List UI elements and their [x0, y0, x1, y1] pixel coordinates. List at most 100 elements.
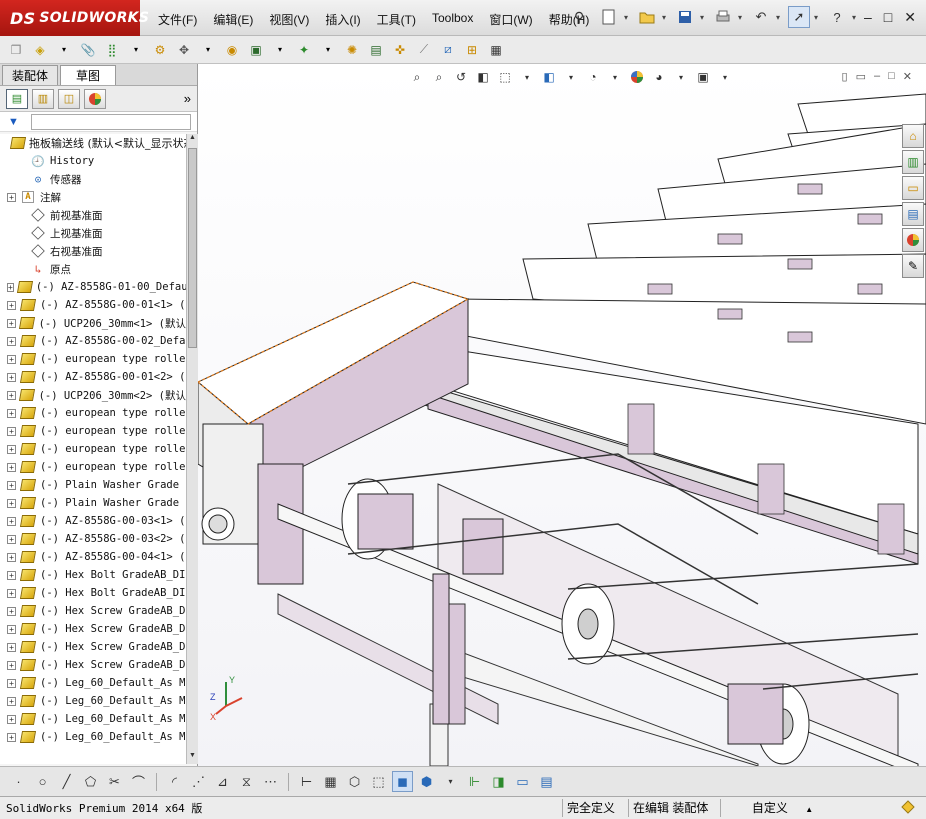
- chevron-down-icon[interactable]: ▾: [700, 13, 708, 22]
- insert-component-icon[interactable]: ❒: [6, 40, 26, 60]
- viewport-minimize-button[interactable]: –: [874, 70, 880, 83]
- rapid-sketch-icon[interactable]: ⬢: [416, 771, 437, 792]
- display-style-icon[interactable]: ◧: [540, 68, 558, 86]
- menu-window[interactable]: 窗口(W): [481, 11, 540, 28]
- expand-icon[interactable]: +: [7, 354, 16, 364]
- graphics-area[interactable]: ⌕ ⌕ ↺ ◧ ⬚ ▾ ◧ ▾ ◔ ▾ ◕ ▾ ▣ ▾ ▯ ▭ – □ ✕ ⌂: [198, 64, 926, 766]
- tree-node[interactable]: ⊙ 传感器: [0, 170, 186, 188]
- tree-node[interactable]: + (-) european type rolle: [0, 404, 186, 422]
- mirror-entities-icon[interactable]: ⧖: [236, 771, 257, 792]
- help-icon[interactable]: ?: [826, 6, 848, 28]
- tree-node[interactable]: + (-) UCP206_30mm<2> (默认: [0, 386, 186, 404]
- tree-node[interactable]: + A 注解: [0, 188, 186, 206]
- polygon-icon[interactable]: ⬠: [80, 771, 101, 792]
- quick-tips-icon[interactable]: [900, 799, 916, 818]
- tree-node[interactable]: + (-) european type rolle: [0, 350, 186, 368]
- scroll-thumb[interactable]: [188, 148, 197, 348]
- chevron-down-icon[interactable]: ▾: [518, 68, 536, 86]
- previous-view-icon[interactable]: ↺: [452, 68, 470, 86]
- zoom-to-area-icon[interactable]: ⌕: [430, 68, 448, 86]
- expand-icon[interactable]: +: [7, 498, 16, 508]
- undo-icon[interactable]: ↶: [750, 6, 772, 28]
- tree-node[interactable]: 前视基准面: [0, 206, 186, 224]
- tree-node[interactable]: 上视基准面: [0, 224, 186, 242]
- reference-geometry-icon[interactable]: ✦: [294, 40, 314, 60]
- edit-appearance-icon[interactable]: [628, 68, 646, 86]
- tree-node[interactable]: + (-) Leg_60_Default_As M: [0, 710, 186, 728]
- expand-icon[interactable]: +: [7, 390, 16, 400]
- chevron-down-icon[interactable]: ▾: [562, 68, 580, 86]
- save-icon[interactable]: [674, 6, 696, 28]
- show-hidden-icon[interactable]: ◉: [222, 40, 242, 60]
- expand-icon[interactable]: +: [7, 318, 16, 328]
- tree-node[interactable]: + (-) AZ-8558G-00-03<1> (: [0, 512, 186, 530]
- expand-icon[interactable]: +: [7, 678, 16, 688]
- chevron-down-icon[interactable]: ▾: [440, 771, 461, 792]
- clearance-verification-icon[interactable]: ⊞: [462, 40, 482, 60]
- tree-node[interactable]: + (-) Hex Screw GradeAB_D: [0, 602, 186, 620]
- tree-node[interactable]: + (-) Hex Bolt GradeAB_DI: [0, 584, 186, 602]
- expand-icon[interactable]: +: [7, 336, 16, 346]
- menu-file[interactable]: 文件(F): [150, 11, 205, 28]
- tree-node[interactable]: + (-) Hex Screw GradeAB_D: [0, 620, 186, 638]
- hide-show-items-icon[interactable]: ◔: [584, 68, 602, 86]
- line-icon[interactable]: ╱: [56, 771, 77, 792]
- sketch-icon[interactable]: ⬡: [344, 771, 365, 792]
- expand-icon[interactable]: +: [7, 534, 16, 544]
- tree-node[interactable]: ↳ 原点: [0, 260, 186, 278]
- tree-node[interactable]: + (-) Plain Washer Grade: [0, 494, 186, 512]
- tree-scrollbar[interactable]: ▲ ▼: [186, 134, 198, 764]
- expand-icon[interactable]: +: [7, 624, 16, 634]
- expand-icon[interactable]: +: [7, 426, 16, 436]
- tab-sketch[interactable]: 草图: [60, 65, 116, 85]
- chevron-down-icon[interactable]: ▾: [662, 13, 670, 22]
- view-palette-icon[interactable]: ▤: [902, 202, 924, 226]
- chevron-down-icon[interactable]: ▾: [716, 68, 734, 86]
- expand-icon[interactable]: +: [7, 552, 16, 562]
- expand-icon[interactable]: +: [7, 714, 16, 724]
- section-view-icon[interactable]: ◧: [474, 68, 492, 86]
- open-folder-icon[interactable]: [636, 6, 658, 28]
- apply-scene-icon[interactable]: ◕: [650, 68, 668, 86]
- expand-icon[interactable]: +: [7, 408, 16, 418]
- tree-node[interactable]: 🕘 History: [0, 152, 186, 170]
- expand-icon[interactable]: +: [7, 642, 16, 652]
- expand-icon[interactable]: +: [7, 588, 16, 598]
- units-selector[interactable]: 自定义 ▲: [720, 799, 840, 817]
- tree-node[interactable]: + (-) european type rolle: [0, 440, 186, 458]
- expand-icon[interactable]: +: [7, 444, 16, 454]
- tree-node[interactable]: + (-) Leg_60_Default_As M: [0, 692, 186, 710]
- expand-icon[interactable]: +: [7, 480, 16, 490]
- 3d-sketch-icon[interactable]: ⬚: [368, 771, 389, 792]
- appearances-scenes-icon[interactable]: [902, 228, 924, 252]
- zoom-to-fit-icon[interactable]: ⌕: [408, 68, 426, 86]
- maximize-button[interactable]: □: [884, 9, 892, 26]
- sketch-picture-icon[interactable]: ▤: [536, 771, 557, 792]
- trim-icon[interactable]: ✂: [104, 771, 125, 792]
- menu-insert[interactable]: 插入(I): [317, 11, 368, 28]
- scroll-down-icon[interactable]: ▼: [187, 752, 198, 764]
- mate-icon[interactable]: 📎: [78, 40, 98, 60]
- expand-icon[interactable]: +: [7, 372, 16, 382]
- tree-node[interactable]: + (-) Hex Bolt GradeAB_DI: [0, 566, 186, 584]
- construction-geometry-icon[interactable]: ⋯: [260, 771, 281, 792]
- smart-fasteners-icon[interactable]: ⚙: [150, 40, 170, 60]
- menu-edit[interactable]: 编辑(E): [205, 11, 261, 28]
- viewport-close-button[interactable]: ✕: [903, 70, 912, 83]
- expand-icon[interactable]: +: [7, 282, 14, 292]
- view-settings-icon[interactable]: ▣: [694, 68, 712, 86]
- tree-node[interactable]: 右视基准面: [0, 242, 186, 260]
- viewport-restore-button[interactable]: □: [888, 70, 895, 83]
- tree-node[interactable]: + (-) AZ-8558G-00-04<1> (: [0, 548, 186, 566]
- assembly-features-icon[interactable]: ▣: [246, 40, 266, 60]
- chevron-down-icon[interactable]: ▾: [672, 68, 690, 86]
- select-cursor-icon[interactable]: ➚: [788, 6, 810, 28]
- expand-icon[interactable]: +: [7, 300, 16, 310]
- explode-line-sketch-icon[interactable]: ⟋: [414, 40, 434, 60]
- tree-node[interactable]: + (-) Plain Washer Grade: [0, 476, 186, 494]
- add-relation-icon[interactable]: ⊩: [464, 771, 485, 792]
- point-icon[interactable]: ·: [8, 771, 29, 792]
- solidworks-resources-icon[interactable]: ⌂: [902, 124, 924, 148]
- new-part-icon[interactable]: ◈: [30, 40, 50, 60]
- chevron-down-icon[interactable]: ▾: [198, 40, 218, 60]
